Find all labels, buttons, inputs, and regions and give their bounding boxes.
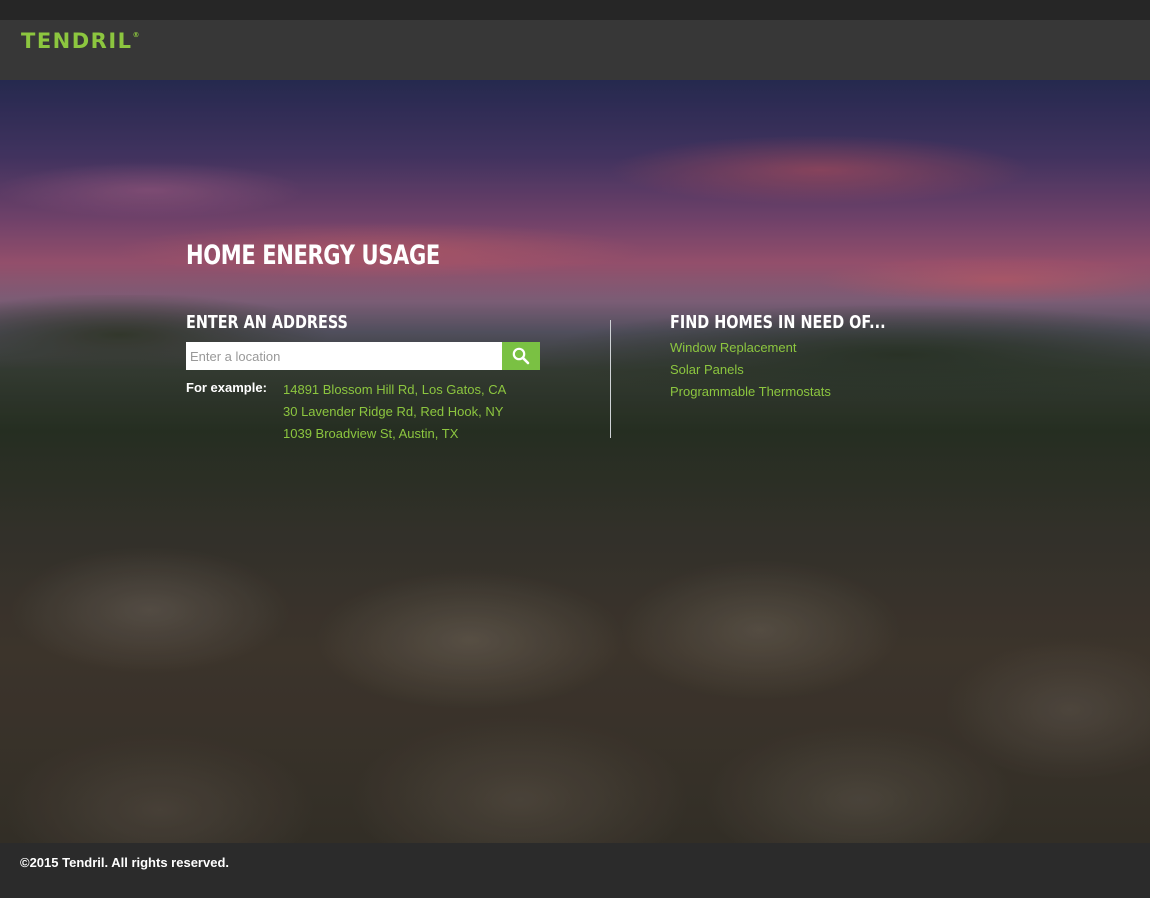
need-link-window-replacement[interactable]: Window Replacement (670, 337, 831, 359)
example-address-link[interactable]: 14891 Blossom Hill Rd, Los Gatos, CA (283, 379, 506, 401)
copyright-text: ©2015 Tendril. All rights reserved. (20, 855, 229, 870)
search-button[interactable] (502, 342, 540, 370)
find-homes-heading: FIND HOMES IN NEED OF... (670, 312, 886, 333)
page-title: HOME ENERGY USAGE (186, 240, 440, 271)
address-search (186, 342, 540, 370)
example-address-link[interactable]: 30 Lavender Ridge Rd, Red Hook, NY (283, 401, 506, 423)
need-link-programmable-thermostats[interactable]: Programmable Thermostats (670, 381, 831, 403)
site-footer: ©2015 Tendril. All rights reserved. (0, 843, 1150, 898)
search-icon (512, 347, 530, 365)
example-address-link[interactable]: 1039 Broadview St, Austin, TX (283, 423, 506, 445)
site-header: TENDRIL® (0, 20, 1150, 80)
section-divider (610, 320, 611, 438)
example-label: For example: (186, 380, 267, 395)
registered-mark: ® (132, 31, 140, 39)
address-heading: ENTER AN ADDRESS (186, 312, 348, 333)
need-link-solar-panels[interactable]: Solar Panels (670, 359, 831, 381)
hero-overlay (0, 80, 1150, 843)
example-address-list: 14891 Blossom Hill Rd, Los Gatos, CA 30 … (283, 379, 506, 445)
browser-top-strip (0, 0, 1150, 20)
tendril-logo[interactable]: TENDRIL® (21, 29, 140, 53)
hero-section: HOME ENERGY USAGE ENTER AN ADDRESS For e… (0, 80, 1150, 843)
home-needs-list: Window Replacement Solar Panels Programm… (670, 337, 831, 403)
logo-text: TENDRIL (21, 29, 133, 53)
location-search-input[interactable] (186, 342, 502, 370)
